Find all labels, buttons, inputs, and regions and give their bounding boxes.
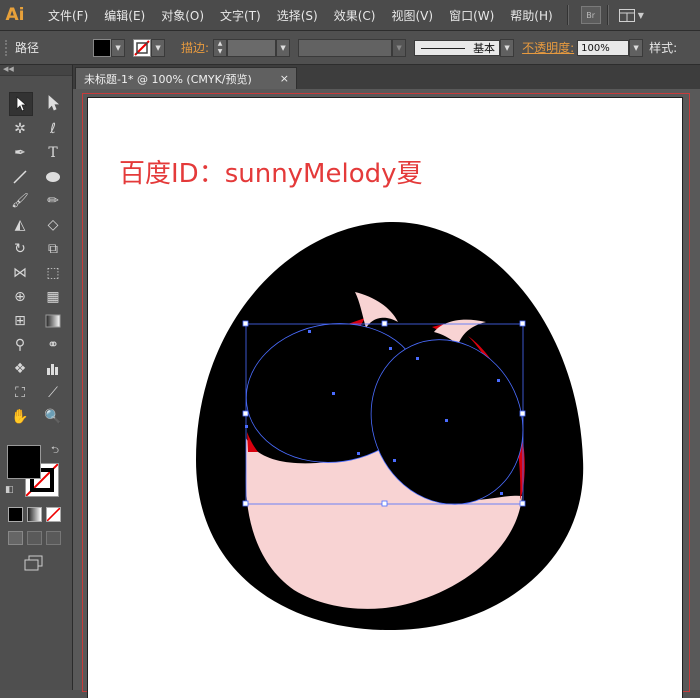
column-graph-tool-icon[interactable]	[42, 358, 64, 380]
variable-width-profile[interactable]	[298, 38, 393, 57]
opacity-label[interactable]: 不透明度:	[522, 39, 574, 56]
pen-tool-icon[interactable]: ✒	[9, 142, 31, 164]
profile-dropdown[interactable]: ▼	[392, 38, 407, 57]
artwork[interactable]	[88, 98, 682, 698]
screen-mode-button[interactable]	[24, 555, 44, 571]
tool-grid: ✲ ℓ ✒ T 🖌 ✏ ◭ ◇ ↻ ⧉ ⋈ ⬚ ⊕ ▦ ⊞ ⚲ ⚭ ❖ ⛶ ⟋ …	[0, 76, 72, 428]
chevron-down-icon: ▼	[637, 10, 644, 20]
gradient-tool-icon[interactable]	[42, 310, 64, 332]
draw-mode-buttons	[8, 531, 61, 545]
document-tab[interactable]: 未标题-1* @ 100% (CMYK/预览) ×	[75, 67, 297, 89]
tools-panel-header[interactable]: ◀◀	[0, 65, 72, 76]
menu-select[interactable]: 选择(S)	[269, 7, 326, 24]
stroke-swatch[interactable]	[133, 38, 152, 57]
scale-tool-icon[interactable]: ⧉	[42, 238, 64, 260]
line-segment-tool-icon[interactable]	[9, 166, 31, 188]
mesh-tool-icon[interactable]: ⊞	[9, 310, 31, 332]
hand-tool-icon[interactable]: ✋	[9, 406, 31, 428]
menu-window[interactable]: 窗口(W)	[441, 7, 502, 24]
menu-help[interactable]: 帮助(H)	[502, 7, 560, 24]
stroke-weight-dropdown[interactable]: ▼	[276, 38, 291, 57]
close-icon[interactable]: ×	[280, 72, 289, 85]
fill-dropdown[interactable]: ▼	[111, 38, 126, 57]
document-tab-bar: 未标题-1* @ 100% (CMYK/预览) ×	[73, 65, 700, 89]
screen-mode-icon	[24, 555, 43, 571]
fill-swatch[interactable]	[93, 38, 112, 57]
menu-edit[interactable]: 编辑(E)	[96, 7, 153, 24]
arrange-documents-button[interactable]: ▼	[618, 8, 644, 22]
menu-object[interactable]: 对象(O)	[153, 7, 212, 24]
blob-brush-tool-icon[interactable]: ◭	[9, 214, 31, 236]
direct-selection-tool-icon[interactable]	[42, 92, 64, 114]
brush-dropdown[interactable]: ▼	[500, 38, 515, 57]
menu-file[interactable]: 文件(F)	[40, 7, 96, 24]
perspective-grid-tool-icon[interactable]: ▦	[42, 286, 64, 308]
menu-view[interactable]: 视图(V)	[383, 7, 441, 24]
arrange-documents-icon	[618, 8, 635, 22]
eyedropper-tool-icon[interactable]: ⚲	[9, 334, 31, 356]
main-menu: 文件(F) 编辑(E) 对象(O) 文字(T) 选择(S) 效果(C) 视图(V…	[40, 7, 561, 24]
menu-separator-2	[606, 5, 609, 25]
menu-effect[interactable]: 效果(C)	[326, 7, 384, 24]
stroke-line-preview	[421, 47, 466, 49]
stroke-dropdown[interactable]: ▼	[151, 38, 166, 57]
stroke-label[interactable]: 描边:	[181, 39, 209, 56]
color-mode-buttons	[8, 507, 61, 522]
bridge-button[interactable]: Br	[580, 6, 601, 24]
menu-bar: Ai 文件(F) 编辑(E) 对象(O) 文字(T) 选择(S) 效果(C) 视…	[0, 0, 700, 31]
zoom-tool-icon[interactable]: 🔍	[42, 406, 64, 428]
opacity-dropdown[interactable]: ▼	[629, 38, 644, 57]
fill-color-box[interactable]	[7, 445, 41, 479]
stroke-weight-field[interactable]	[227, 38, 277, 57]
tools-panel: ◀◀ ✲ ℓ ✒ T 🖌 ✏ ◭ ◇ ↻ ⧉ ⋈ ⬚ ⊕ ▦ ⊞ ⚲ ⚭ ❖ ⛶…	[0, 65, 73, 690]
symbol-sprayer-tool-icon[interactable]: ❖	[9, 358, 31, 380]
slice-tool-icon[interactable]: ⟋	[42, 382, 64, 404]
type-tool-icon[interactable]: T	[42, 142, 64, 164]
swap-fill-stroke-icon[interactable]: ⮌	[51, 443, 59, 460]
draw-behind-button[interactable]	[27, 531, 42, 545]
draw-normal-button[interactable]	[8, 531, 23, 545]
canvas-area[interactable]: 百度ID：sunnyMelody夏	[73, 89, 700, 698]
selection-tool-icon[interactable]	[9, 92, 33, 116]
magic-wand-tool-icon[interactable]: ✲	[9, 118, 31, 140]
pencil-tool-icon[interactable]: ✏	[42, 190, 64, 212]
gradient-button[interactable]	[27, 507, 42, 522]
ellipse-tool-icon[interactable]	[42, 166, 64, 188]
opacity-field[interactable]: 100%	[577, 39, 630, 56]
free-transform-tool-icon[interactable]: ⬚	[42, 262, 64, 284]
width-tool-icon[interactable]: ⋈	[9, 262, 31, 284]
brush-definition-label: 基本	[473, 41, 496, 55]
lasso-tool-icon[interactable]: ℓ	[42, 118, 64, 140]
document-tab-title: 未标题-1* @ 100% (CMYK/预览)	[84, 72, 252, 86]
paintbrush-tool-icon[interactable]: 🖌	[9, 190, 31, 212]
object-type-label: 路径	[15, 41, 40, 55]
rotate-tool-icon[interactable]: ↻	[9, 238, 31, 260]
menu-type[interactable]: 文字(T)	[212, 7, 269, 24]
draw-inside-button[interactable]	[46, 531, 61, 545]
panel-grip[interactable]	[5, 39, 11, 56]
eraser-tool-icon[interactable]: ◇	[42, 214, 64, 236]
shape-builder-tool-icon[interactable]: ⊕	[9, 286, 31, 308]
menu-separator	[566, 5, 569, 25]
artboard-tool-icon[interactable]: ⛶	[9, 382, 31, 404]
brush-definition-field[interactable]: 基本	[414, 39, 501, 56]
artboard[interactable]: 百度ID：sunnyMelody夏	[87, 97, 683, 698]
none-button[interactable]	[46, 507, 61, 522]
control-panel: 路径 ▼ ▼ 描边: ▲ ▼ ▼ ▼ 基本 ▼ 不透明度: 100% ▼ 样式:	[0, 31, 700, 65]
stroke-weight-stepper[interactable]: ▲ ▼	[213, 38, 228, 57]
style-label: 样式:	[649, 41, 678, 55]
blend-tool-icon[interactable]: ⚭	[42, 334, 64, 356]
collapse-arrows-icon[interactable]: ◀◀	[3, 65, 14, 73]
fill-stroke-widget: ⮌ ◧	[5, 443, 65, 503]
color-button[interactable]	[8, 507, 23, 522]
default-fill-stroke-icon[interactable]: ◧	[5, 485, 14, 495]
no-stroke-icon	[134, 39, 150, 56]
app-logo: Ai	[5, 5, 25, 25]
